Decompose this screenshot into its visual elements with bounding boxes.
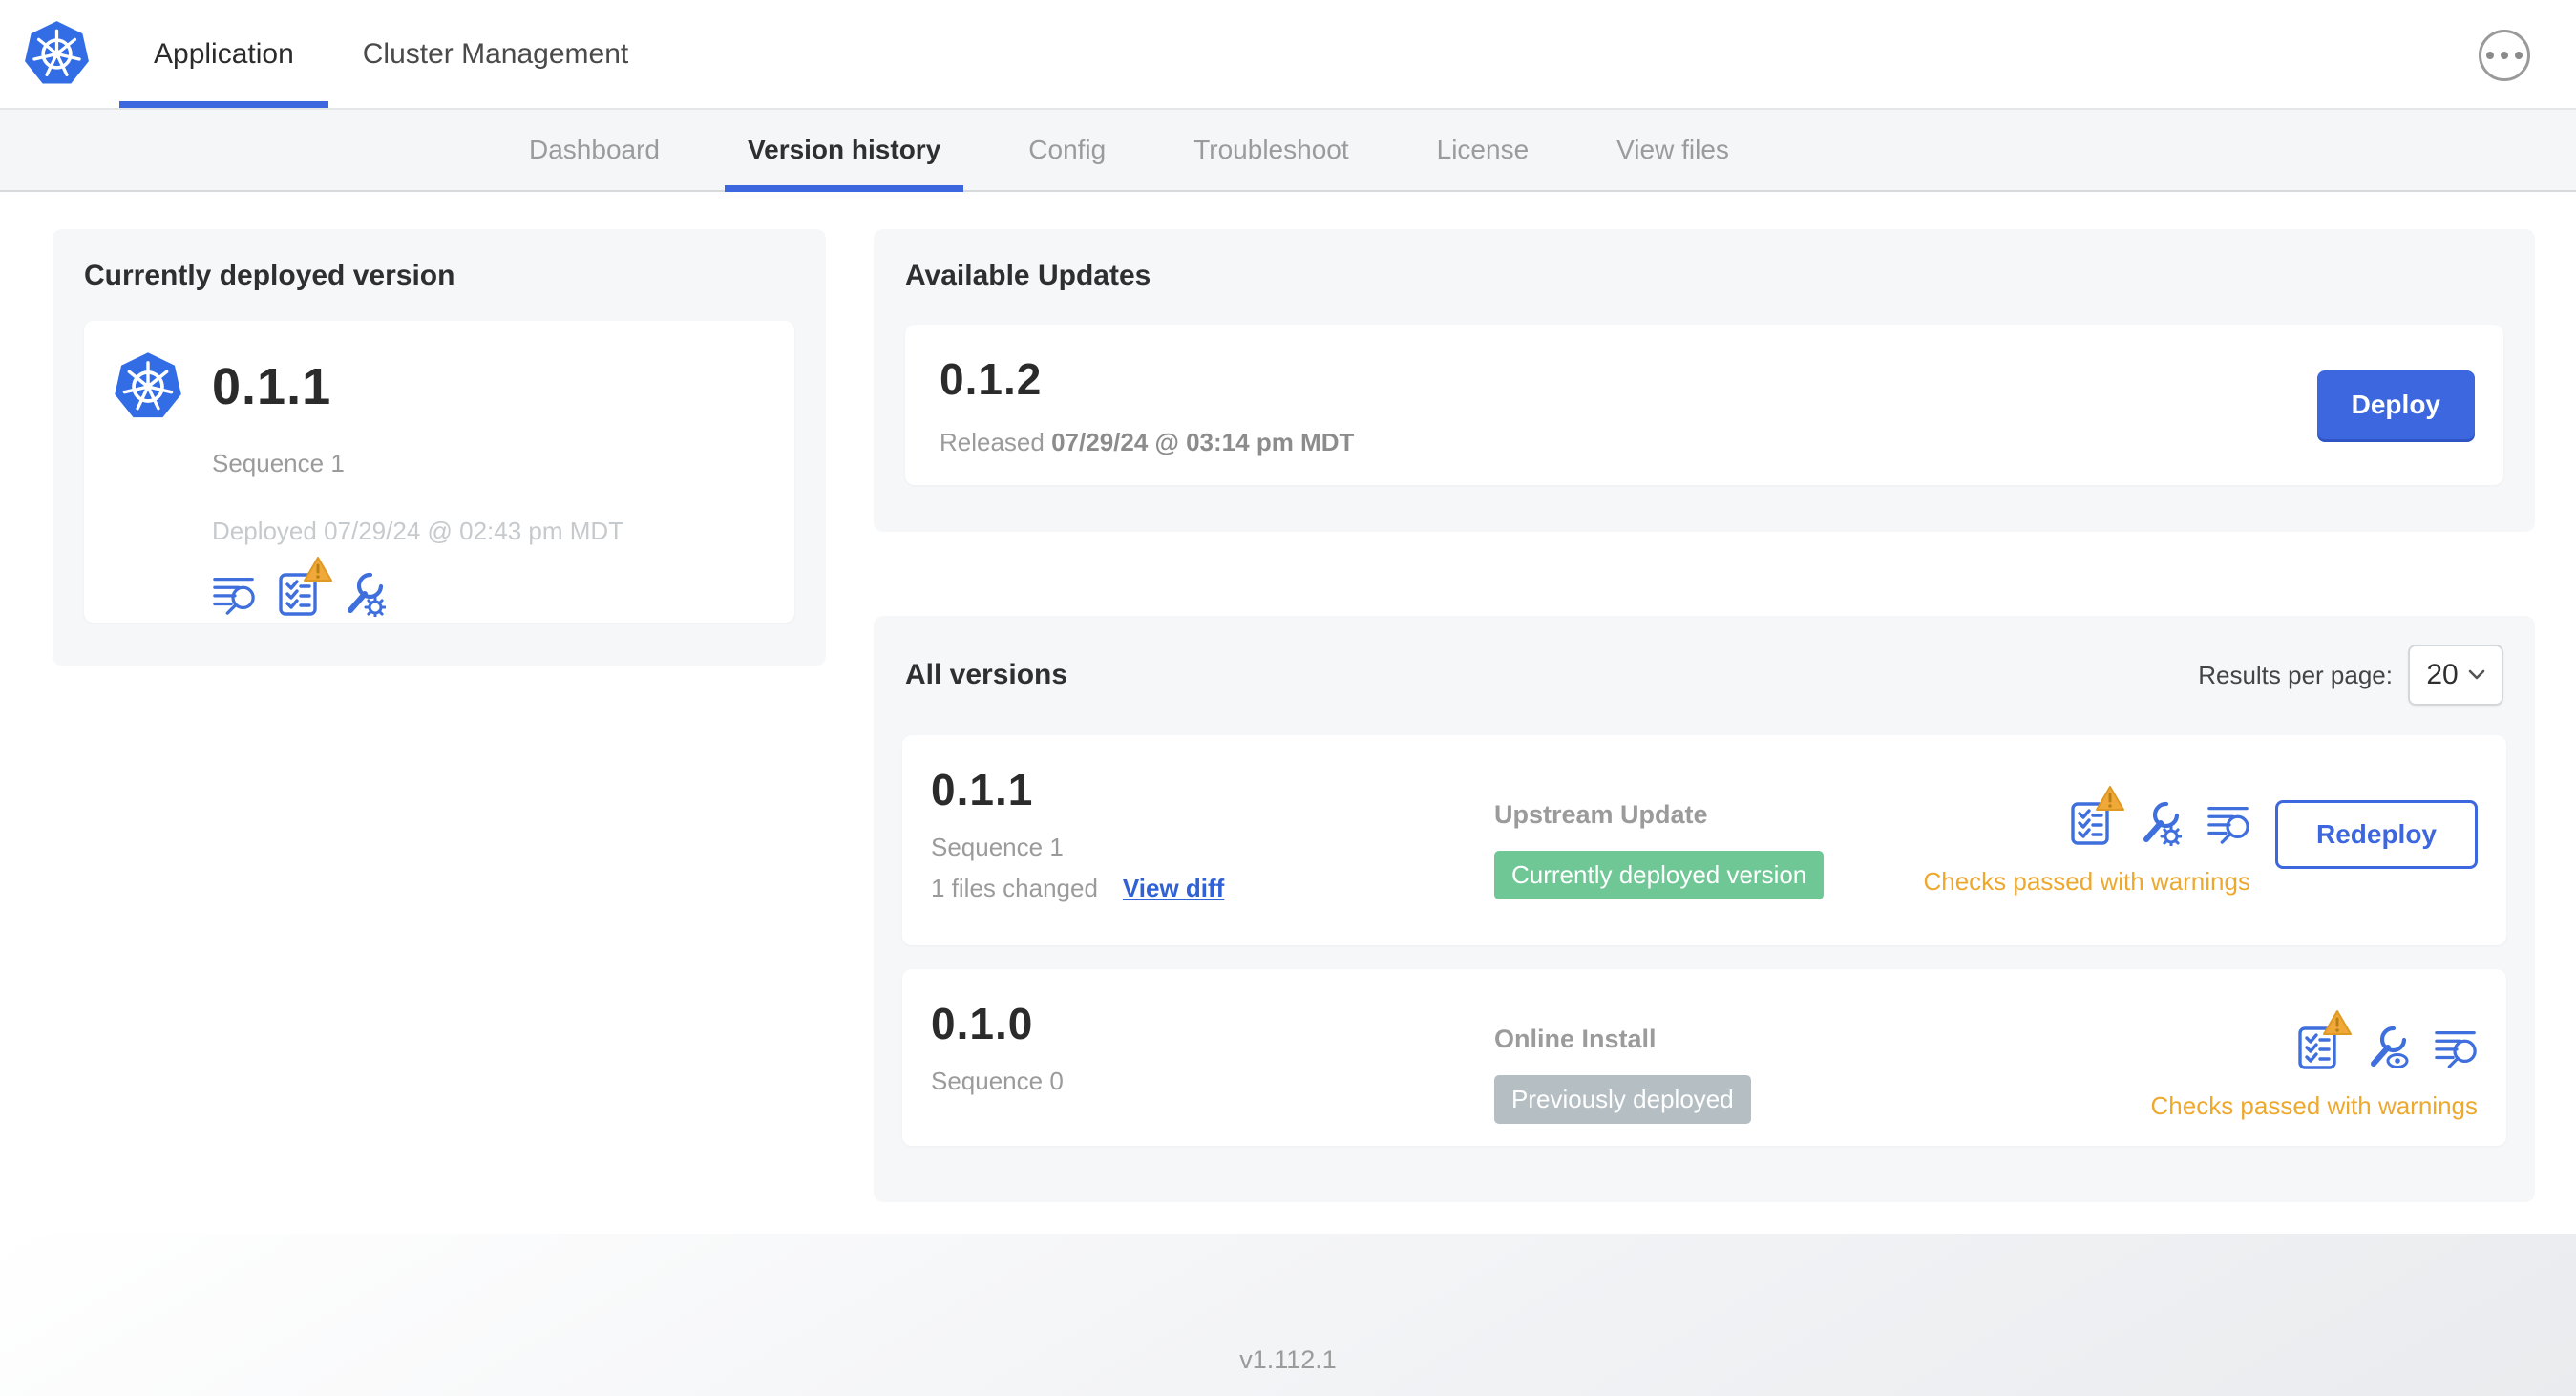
current-version-deployed-date: Deployed 07/29/24 @ 02:43 pm MDT (212, 517, 624, 545)
current-version-sequence: Sequence 1 (212, 449, 345, 477)
version-row-0-1-1: 0.1.1 Sequence 1 1 files changed View di… (902, 735, 2506, 945)
current-version-number: 0.1.1 (212, 358, 332, 415)
available-updates-title: Available Updates (905, 260, 1151, 291)
all-versions-card: All versions Results per page: 20 0.1.1 … (874, 616, 2535, 1202)
available-updates-card: Available Updates 0.1.2 Released 07/29/2… (874, 229, 2535, 532)
overflow-menu-button[interactable] (2479, 30, 2530, 81)
currently-deployed-badge: Currently deployed version (1494, 851, 1825, 899)
warning-triangle-icon (2095, 785, 2124, 812)
release-notes-search-icon[interactable] (212, 572, 256, 616)
update-released-date: 07/29/24 @ 03:14 pm MDT (1051, 427, 1355, 456)
subnav-license[interactable]: License (1414, 110, 1552, 190)
checks-status-text: Checks passed with warnings (1923, 867, 2250, 896)
checks-status-text: Checks passed with warnings (2150, 1091, 2479, 1120)
subnav-version-history[interactable]: Version history (724, 110, 964, 192)
subnav-config[interactable]: Config (1005, 110, 1129, 190)
tab-cluster-management[interactable]: Cluster Management (328, 0, 663, 108)
top-tabs: Application Cluster Management (119, 0, 663, 108)
app-logo-icon (113, 350, 183, 420)
warning-triangle-icon (2323, 1009, 2352, 1036)
currently-deployed-card: Currently deployed version 0.1.1 Sequenc… (53, 229, 826, 666)
currently-deployed-title: Currently deployed version (84, 260, 455, 291)
subnav-troubleshoot[interactable]: Troubleshoot (1171, 110, 1371, 190)
warning-triangle-icon (304, 556, 332, 582)
chevron-down-icon (2468, 669, 2484, 680)
release-notes-search-icon[interactable] (2434, 1026, 2478, 1069)
page: Application Cluster Management Dashboard… (0, 0, 2576, 1396)
console-version: v1.112.1 (1239, 1345, 1337, 1374)
tab-application[interactable]: Application (119, 0, 328, 108)
release-notes-search-icon[interactable] (2206, 801, 2250, 845)
preflight-checklist-warning-icon[interactable] (2069, 785, 2124, 846)
current-version-actions (212, 556, 768, 617)
row-sequence: Sequence 0 (931, 1067, 1064, 1095)
results-per-page: Results per page: 20 (2198, 645, 2503, 706)
view-config-wrench-eye-icon[interactable] (2363, 1025, 2409, 1070)
preflight-checklist-warning-icon[interactable] (277, 556, 332, 617)
main-content: Currently deployed version 0.1.1 Sequenc… (0, 194, 2576, 1396)
edit-config-wrench-gear-icon[interactable] (340, 571, 386, 617)
top-bar: Application Cluster Management (0, 0, 2576, 108)
currently-deployed-inner-card: 0.1.1 Sequence 1 Deployed 07/29/24 @ 02:… (84, 321, 794, 623)
app-subnav: Dashboard Version history Config Trouble… (0, 108, 2576, 192)
footer: v1.112.1 (0, 1234, 2576, 1396)
kubernetes-logo-icon (23, 19, 91, 86)
update-version-number: 0.1.2 (940, 353, 1043, 404)
previously-deployed-badge: Previously deployed (1494, 1075, 1751, 1124)
tab-cluster-management-label: Cluster Management (362, 37, 629, 70)
tab-application-label: Application (154, 37, 294, 70)
edit-config-wrench-gear-icon[interactable] (2136, 800, 2182, 846)
row-source-label: Upstream Update (1494, 800, 1708, 829)
files-changed-label: 1 files changed (931, 874, 1098, 902)
version-row-0-1-0: 0.1.0 Sequence 0 Online Install Previous… (902, 969, 2506, 1146)
view-diff-link[interactable]: View diff (1123, 874, 1224, 903)
row-version-number: 0.1.0 (931, 999, 1034, 1048)
redeploy-button[interactable]: Redeploy (2274, 800, 2478, 869)
all-versions-title: All versions (905, 659, 1068, 690)
available-update-row: 0.1.2 Released 07/29/24 @ 03:14 pm MDT D… (905, 325, 2503, 485)
results-per-page-select[interactable]: 20 (2408, 645, 2503, 706)
update-released-line: Released 07/29/24 @ 03:14 pm MDT (940, 427, 1355, 456)
deploy-button[interactable]: Deploy (2316, 370, 2475, 439)
row-source-label: Online Install (1494, 1025, 1657, 1053)
preflight-checklist-warning-icon[interactable] (2296, 1009, 2352, 1070)
subnav-dashboard[interactable]: Dashboard (506, 110, 683, 190)
row-version-number: 0.1.1 (931, 765, 1034, 814)
subnav-view-files[interactable]: View files (1594, 110, 1752, 190)
ellipsis-icon (2486, 52, 2494, 59)
row-sequence: Sequence 1 (931, 833, 1064, 861)
results-per-page-label: Results per page: (2198, 660, 2393, 689)
